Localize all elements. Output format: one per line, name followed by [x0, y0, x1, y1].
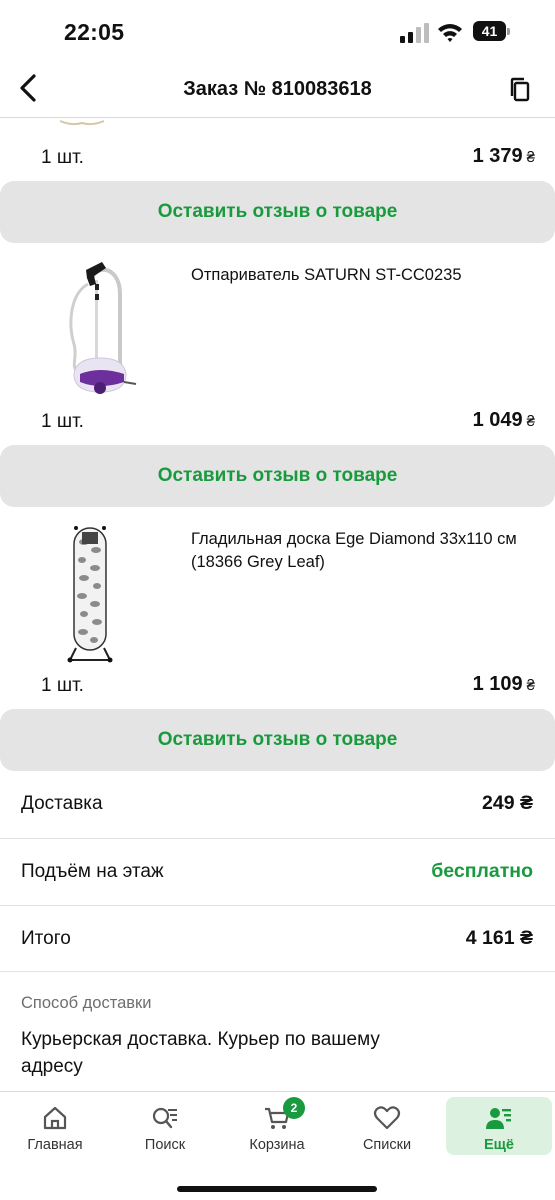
battery-level: 41	[473, 21, 506, 41]
search-icon	[152, 1107, 177, 1129]
status-time: 22:05	[64, 19, 125, 45]
page-title: Заказ № 810083618	[183, 78, 372, 100]
leave-review-button[interactable]: Оставить отзыв о товаре	[0, 709, 555, 771]
product-name[interactable]: Отпариватель SATURN ST-CC0235	[191, 264, 531, 287]
item-quantity: 1 шт.	[41, 675, 84, 696]
summary-label: Подъём на этаж	[21, 861, 164, 882]
summary-total: Итого 4 161 ₴	[0, 905, 555, 972]
leave-review-button[interactable]: Оставить отзыв о товаре	[0, 445, 555, 507]
item-price: 1 379 ₴	[472, 145, 535, 167]
nav-bar: Заказ № 810083618	[0, 62, 555, 118]
heart-icon	[373, 1106, 401, 1130]
item-price: 1 049 ₴	[472, 409, 535, 431]
home-indicator	[177, 1186, 377, 1192]
item-row: 1 шт. 1 379 ₴	[0, 139, 555, 179]
leave-review-button[interactable]: Оставить отзыв о товаре	[0, 181, 555, 243]
tab-search[interactable]: Поиск	[112, 1097, 218, 1155]
item-row: 1 шт. 1 109 ₴	[0, 667, 555, 707]
profile-menu-icon	[486, 1108, 511, 1129]
tab-more[interactable]: Ещё	[446, 1097, 552, 1155]
delivery-method-caption: Способ доставки	[21, 994, 152, 1012]
tab-bar: Главная Поиск 2 Корзина Списки Ещё	[0, 1091, 555, 1200]
item-quantity: 1 шт.	[41, 411, 84, 432]
item-price: 1 109 ₴	[472, 673, 535, 695]
cart-badge: 2	[283, 1097, 305, 1119]
cellular-signal-icon	[400, 23, 429, 43]
tab-label: Поиск	[144, 1137, 186, 1153]
battery-icon: 41	[473, 20, 510, 44]
summary-value: бесплатно	[431, 860, 533, 882]
steamer-image	[69, 262, 137, 394]
tab-label: Главная	[27, 1137, 83, 1153]
tab-label: Ещё	[484, 1137, 514, 1153]
summary-value: 249 ₴	[482, 792, 533, 814]
summary-label: Доставка	[21, 793, 103, 814]
tab-home[interactable]: Главная	[2, 1097, 108, 1155]
ironing-board-image	[67, 526, 113, 663]
summary-value: 4 161 ₴	[465, 927, 533, 949]
product-name[interactable]: Гладильная доска Ege Diamond 33х110 см (…	[191, 528, 531, 574]
tab-lists[interactable]: Списки	[334, 1097, 440, 1155]
item-row: 1 шт. 1 049 ₴	[0, 403, 555, 443]
wifi-icon	[438, 24, 462, 42]
status-bar: 22:05 41	[0, 0, 555, 62]
delivery-method: Способ доставки Курьерская доставка. Кур…	[0, 971, 555, 1091]
summary-label: Итого	[21, 928, 71, 949]
summary-delivery: Доставка 249 ₴	[0, 771, 555, 838]
tab-cart[interactable]: 2 Корзина	[224, 1097, 330, 1155]
copy-icon[interactable]	[506, 74, 536, 106]
tab-label: Корзина	[249, 1137, 305, 1153]
home-icon	[43, 1106, 67, 1130]
item-quantity: 1 шт.	[41, 147, 84, 168]
product-image-partial	[59, 120, 105, 126]
delivery-method-text: Курьерская доставка. Курьер по вашему ад…	[21, 1029, 380, 1077]
summary-lift: Подъём на этаж бесплатно	[0, 838, 555, 905]
tab-label: Списки	[362, 1137, 412, 1153]
order-content: 1 шт. 1 379 ₴ Оставить отзыв о товаре Отп…	[0, 119, 555, 1091]
